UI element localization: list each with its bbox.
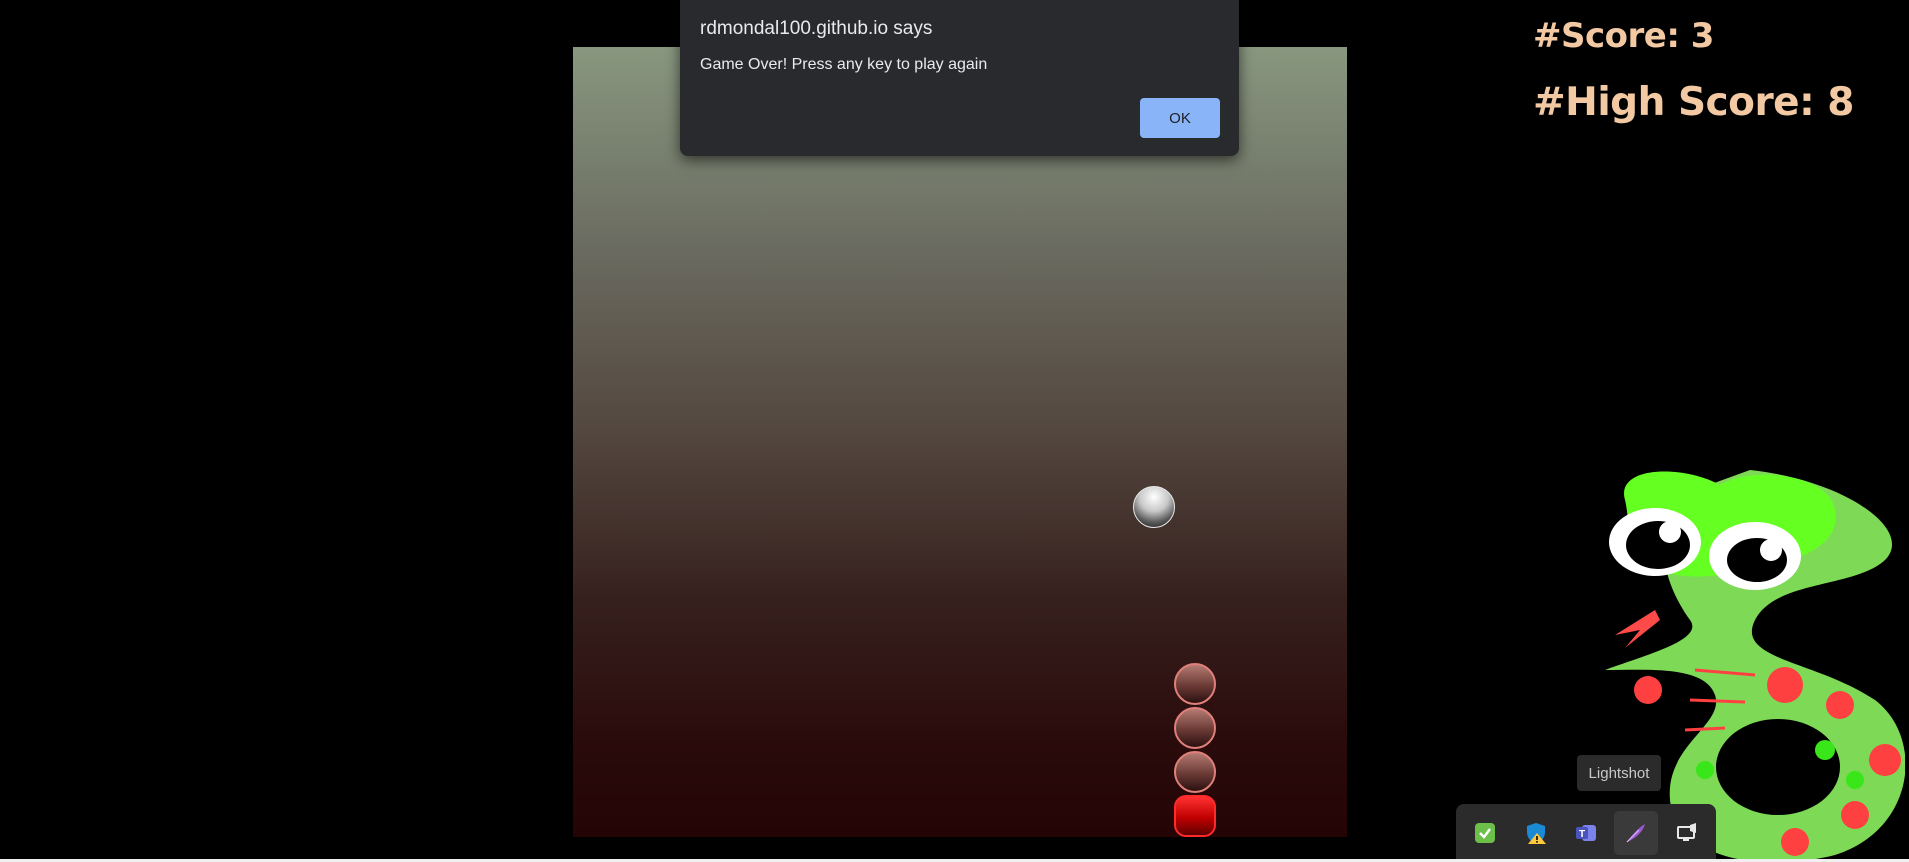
snake-body-segment [1174, 663, 1216, 705]
lightshot-tooltip: Lightshot [1577, 755, 1661, 791]
snake-head [1174, 795, 1216, 837]
teams-icon[interactable]: T [1564, 811, 1608, 855]
food-ball [1133, 486, 1175, 528]
system-tray-overflow: T [1456, 804, 1716, 862]
ok-button[interactable]: OK [1140, 98, 1220, 138]
game-board[interactable] [573, 47, 1347, 837]
lightshot-feather-icon[interactable] [1614, 811, 1659, 855]
alert-dialog: rdmondal100.github.io says Game Over! Pr… [680, 0, 1239, 156]
snake-body-segment [1174, 707, 1216, 749]
svg-text:T: T [1579, 829, 1585, 840]
snake-body-segment [1174, 751, 1216, 793]
score-label: #Score: 3 [1533, 16, 1714, 56]
dialog-title: rdmondal100.github.io says [700, 18, 933, 39]
dialog-message: Game Over! Press any key to play again [700, 56, 988, 73]
defender-warning-icon[interactable] [1514, 811, 1558, 855]
monitor-speaker-icon[interactable] [1665, 811, 1709, 855]
high-score-label: #High Score: 8 [1533, 80, 1854, 125]
security-check-icon[interactable] [1463, 811, 1507, 855]
